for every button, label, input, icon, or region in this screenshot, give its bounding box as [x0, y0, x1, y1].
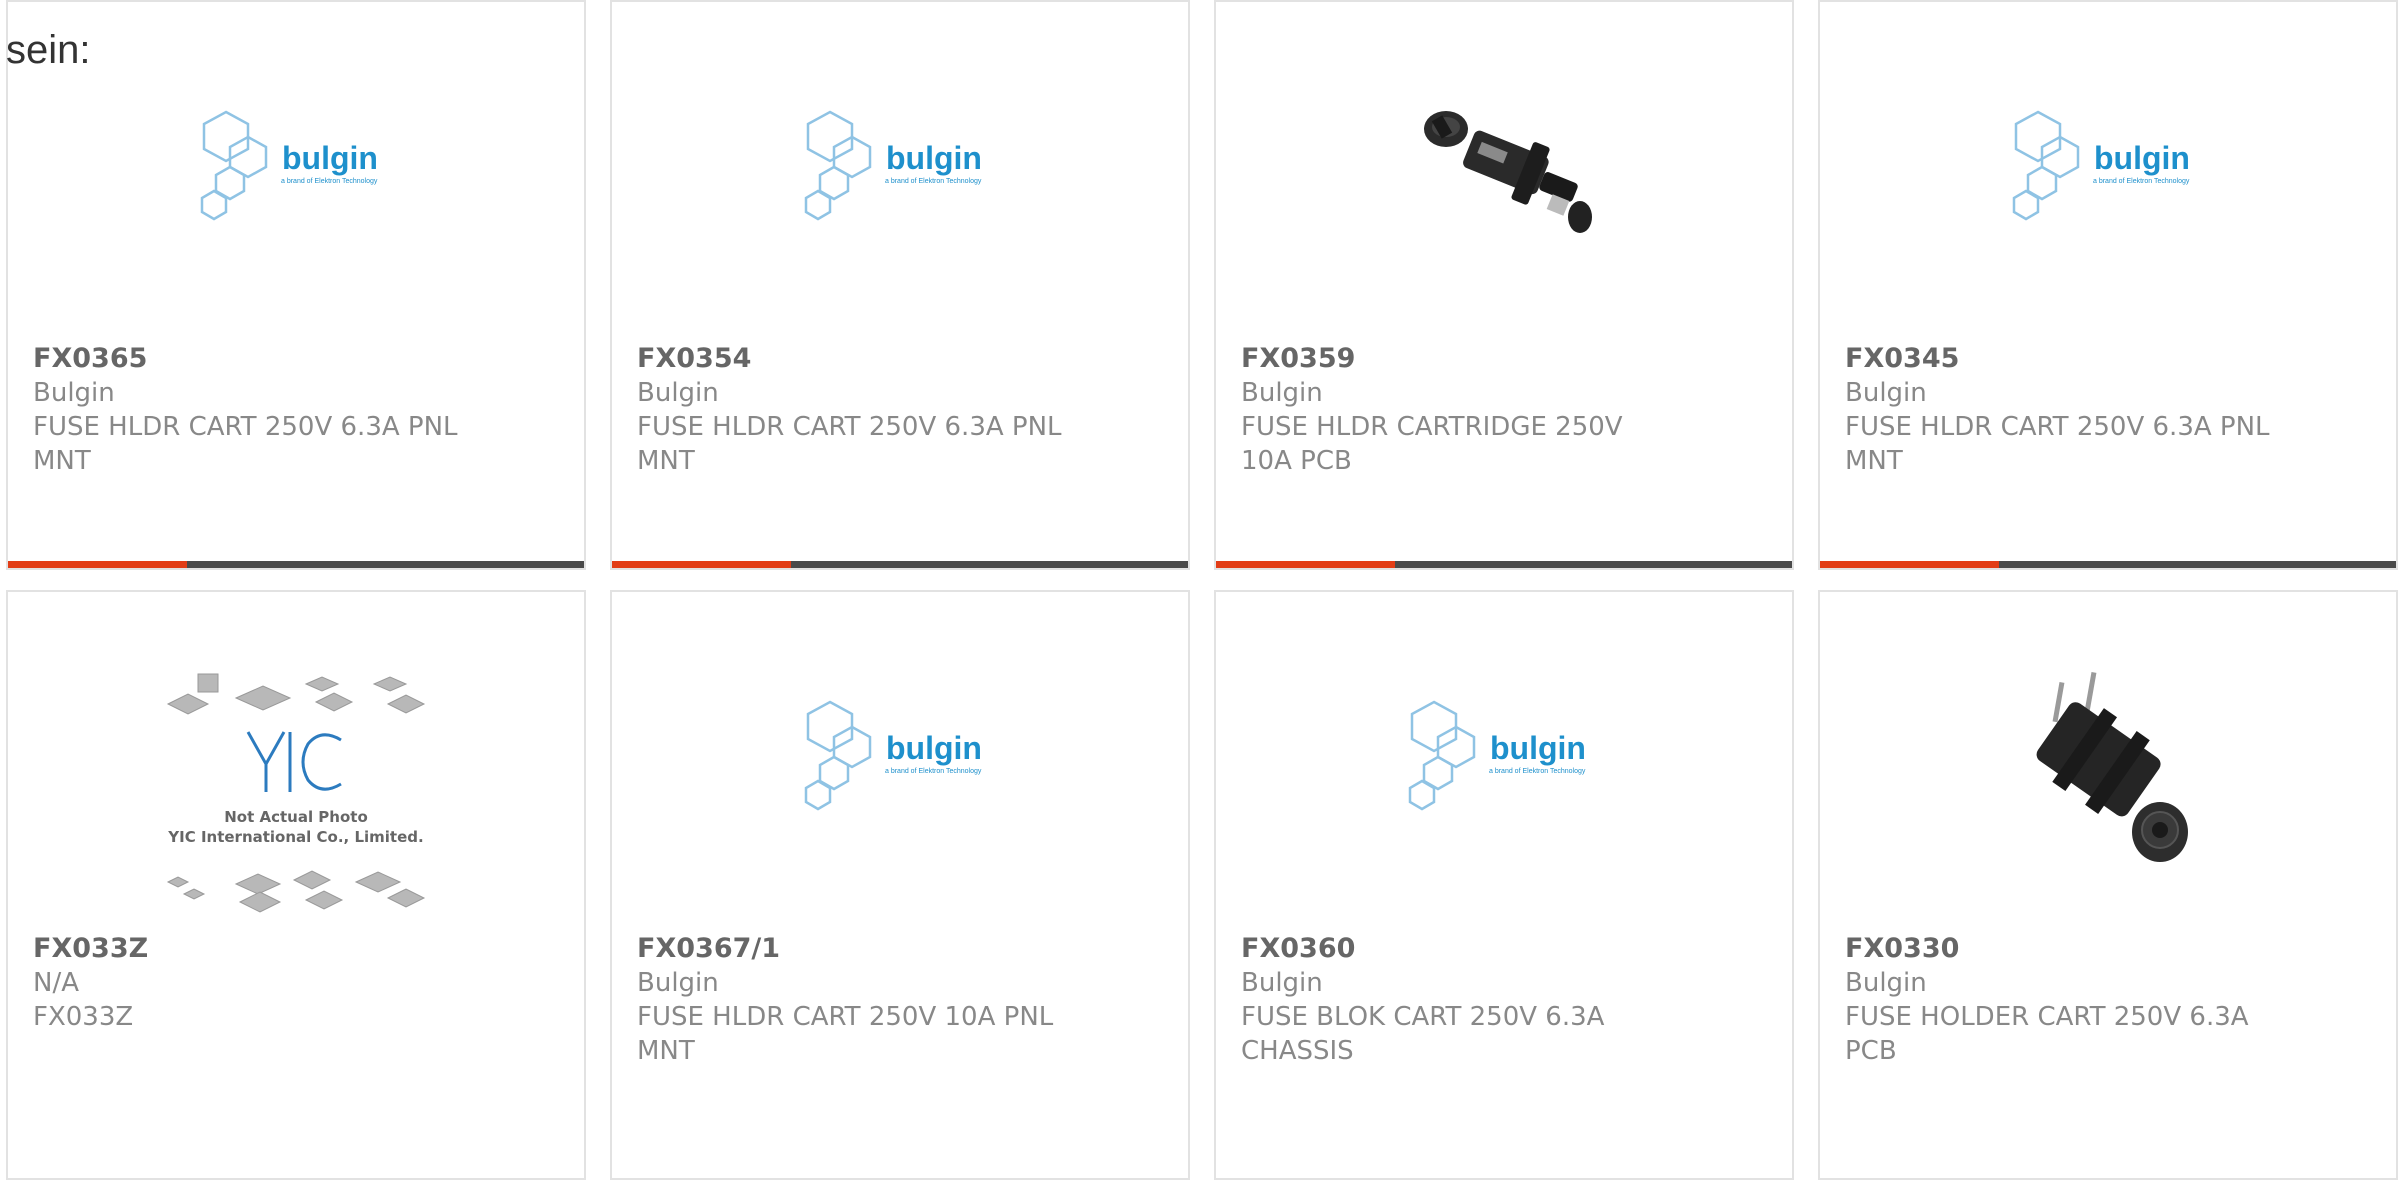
description-line: FUSE HLDR CART 250V 10A PNL [637, 1002, 1054, 1032]
bulgin-brand: bulgin [282, 140, 378, 176]
intro-text: sein: [6, 28, 91, 72]
bulgin-logo: bulgin a brand of Elektron Technology [2012, 110, 2190, 221]
part-number[interactable]: FX0330 [1845, 932, 2306, 966]
card-bar-highlight [612, 561, 791, 568]
description-line: FUSE HLDR CART 250V 6.3A PNL [33, 412, 458, 442]
description-line: FUSE HOLDER CART 250V 6.3A [1845, 1002, 2249, 1032]
bulgin-tagline: a brand of Elektron Technology [885, 178, 982, 185]
bulgin-tagline: a brand of Elektron Technology [281, 178, 378, 185]
fuse-holder-photo [1424, 111, 1592, 233]
bulgin-tagline: a brand of Elektron Technology [885, 768, 982, 775]
product-card[interactable]: bulgin a brand of Elektron Technology FX… [610, 0, 1190, 570]
product-card[interactable]: FX0359 Bulgin FUSE HLDR CARTRIDGE 250V 1… [1214, 0, 1794, 570]
product-image[interactable]: bulgin a brand of Elektron Technology [1216, 662, 1792, 852]
bulgin-logo: bulgin a brand of Elektron Technology [804, 700, 982, 811]
card-bottom-bar [612, 561, 1188, 568]
description-line: MNT [33, 446, 91, 476]
description-line: FUSE BLOK CART 250V 6.3A [1241, 1002, 1605, 1032]
fuse-holder-pcb-photo [2036, 671, 2188, 862]
bulgin-brand: bulgin [2094, 140, 2190, 176]
part-number[interactable]: FX0365 [33, 342, 494, 376]
bulgin-brand: bulgin [886, 140, 982, 176]
yic-company-name: YIC International Co., Limited. [167, 828, 423, 846]
description-line: FUSE HLDR CARTRIDGE 250V [1241, 412, 1623, 442]
manufacturer: Bulgin [637, 378, 719, 408]
product-card[interactable]: Not Actual Photo YIC International Co., … [6, 590, 586, 1180]
part-number[interactable]: FX0345 [1845, 342, 2306, 376]
product-image[interactable]: bulgin a brand of Elektron Technology [612, 72, 1188, 262]
manufacturer: Bulgin [1845, 378, 1927, 408]
product-image[interactable] [1820, 652, 2396, 892]
description-line: FUSE HLDR CART 250V 6.3A PNL [637, 412, 1062, 442]
manufacturer: Bulgin [1845, 968, 1927, 998]
manufacturer: N/A [33, 968, 79, 998]
bulgin-logo: bulgin a brand of Elektron Technology [200, 110, 378, 221]
bulgin-tagline: a brand of Elektron Technology [1489, 768, 1586, 775]
part-number[interactable]: FX0359 [1241, 342, 1702, 376]
bulgin-brand: bulgin [886, 730, 982, 766]
description-line: 10A PCB [1241, 446, 1352, 476]
manufacturer: Bulgin [1241, 968, 1323, 998]
part-number[interactable]: FX033Z [33, 932, 494, 966]
card-bottom-bar [1216, 561, 1792, 568]
product-image[interactable]: bulgin a brand of Elektron Technology [612, 662, 1188, 852]
description-line: MNT [637, 1036, 695, 1066]
product-image[interactable]: Not Actual Photo YIC International Co., … [8, 672, 584, 922]
description-line: FX033Z [33, 1002, 134, 1032]
product-card[interactable]: bulgin a brand of Elektron Technology FX… [610, 590, 1190, 1180]
product-card[interactable]: FX0330 Bulgin FUSE HOLDER CART 250V 6.3A… [1818, 590, 2398, 1180]
description-line: FUSE HLDR CART 250V 6.3A PNL [1845, 412, 2270, 442]
part-number[interactable]: FX0367/1 [637, 932, 1098, 966]
card-bar-highlight [1820, 561, 1999, 568]
product-image[interactable]: bulgin a brand of Elektron Technology [1820, 72, 2396, 262]
product-image[interactable]: bulgin a brand of Elektron Technology [8, 72, 584, 262]
bulgin-logo: bulgin a brand of Elektron Technology [804, 110, 982, 221]
bulgin-logo: bulgin a brand of Elektron Technology [1408, 700, 1586, 811]
yic-not-actual-photo: Not Actual Photo [224, 808, 368, 826]
bulgin-brand: bulgin [1490, 730, 1586, 766]
description-line: CHASSIS [1241, 1036, 1354, 1066]
manufacturer: Bulgin [1241, 378, 1323, 408]
product-card[interactable]: bulgin a brand of Elektron Technology FX… [1818, 0, 2398, 570]
bulgin-tagline: a brand of Elektron Technology [2093, 178, 2190, 185]
product-card[interactable]: bulgin a brand of Elektron Technology FX… [6, 0, 586, 570]
card-bar-highlight [1216, 561, 1395, 568]
card-bottom-bar [8, 561, 584, 568]
part-number[interactable]: FX0360 [1241, 932, 1702, 966]
product-card[interactable]: bulgin a brand of Elektron Technology FX… [1214, 590, 1794, 1180]
manufacturer: Bulgin [637, 968, 719, 998]
product-grid: bulgin a brand of Elektron Technology FX… [6, 0, 2398, 1180]
description-line: PCB [1845, 1036, 1897, 1066]
yic-placeholder-image: Not Actual Photo YIC International Co., … [166, 673, 426, 913]
part-number[interactable]: FX0354 [637, 342, 1098, 376]
product-image[interactable] [1216, 72, 1792, 262]
card-bar-highlight [8, 561, 187, 568]
card-bottom-bar [1820, 561, 2396, 568]
description-line: MNT [637, 446, 695, 476]
manufacturer: Bulgin [33, 378, 115, 408]
description-line: MNT [1845, 446, 1903, 476]
